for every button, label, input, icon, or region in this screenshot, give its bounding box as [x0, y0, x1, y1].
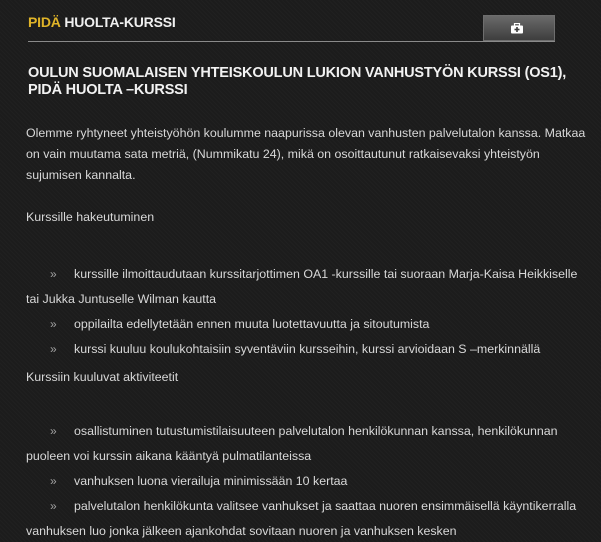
intro-paragraph: Olemme ryhtyneet yhteistyöhön koulumme n… [26, 126, 586, 182]
section-heading-application: Kurssille hakeutuminen [26, 210, 155, 224]
list-item: » osallistuminen tutustumistilaisuuteen p… [26, 419, 586, 469]
list-item-text: oppilailta edellytetään ennen muuta luot… [74, 317, 430, 331]
section-title-rest: HUOLTA-KURSSI [60, 14, 176, 30]
application-list: » kurssille ilmoittaudutaan kurssitarjott… [26, 262, 586, 362]
arrow-right-icon: » [50, 317, 57, 331]
arrow-right-icon: » [50, 499, 57, 513]
list-item: » kurssille ilmoittaudutaan kurssitarjott… [26, 262, 586, 312]
first-aid-button[interactable] [483, 15, 555, 41]
list-item: » kurssi kuuluu koulukohtaisiin syventävi… [26, 337, 586, 362]
list-item: » oppilailta edellytetään ennen muuta luo… [26, 312, 586, 337]
arrow-right-icon: » [50, 267, 57, 281]
section-title-accent: PIDÄ [28, 14, 61, 30]
list-item: » palvelutalon henkilökunta valitsee vanh… [26, 494, 586, 542]
arrow-right-icon: » [50, 424, 57, 438]
list-item-text: vanhuksen luona vierailuja minimissään 1… [74, 474, 348, 488]
list-item-text: osallistuminen tutustumistilaisuuteen pa… [26, 424, 558, 463]
section-header: PIDÄ HUOLTA-KURSSI [28, 14, 555, 42]
first-aid-box-icon [511, 23, 523, 34]
list-item: » vanhuksen luona vierailuja minimissään … [26, 469, 586, 494]
arrow-right-icon: » [50, 474, 57, 488]
list-item-text: kurssille ilmoittaudutaan kurssitarjotti… [26, 267, 578, 306]
section-heading-activities: Kurssiin kuuluvat aktiviteetit [26, 370, 179, 384]
list-item-text: palvelutalon henkilökunta valitsee vanhu… [26, 499, 577, 538]
list-item-text: kurssi kuuluu koulukohtaisiin syventävii… [74, 342, 541, 356]
section-title: PIDÄ HUOLTA-KURSSI [28, 14, 176, 30]
article-title: OULUN SUOMALAISEN YHTEISKOULUN LUKION VA… [28, 65, 567, 98]
article-content: Olemme ryhtyneet yhteistyöhön koulumme n… [26, 123, 586, 542]
activities-list: » osallistuminen tutustumistilaisuuteen p… [26, 419, 586, 542]
arrow-right-icon: » [50, 342, 57, 356]
page: PIDÄ HUOLTA-KURSSI OULUN SUOMALAISEN YHT… [0, 0, 601, 542]
